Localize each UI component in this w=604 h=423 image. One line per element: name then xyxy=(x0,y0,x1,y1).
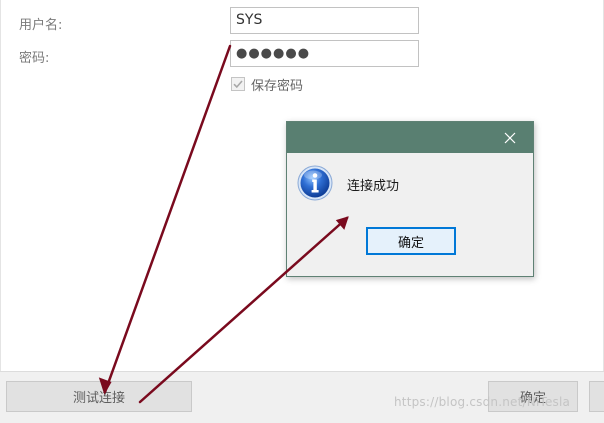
info-icon xyxy=(297,165,333,201)
username-label: 用户名: xyxy=(19,18,63,33)
cancel-button[interactable] xyxy=(589,381,604,412)
save-password-row[interactable]: 保存密码 xyxy=(231,75,304,94)
message-dialog: 连接成功 确定 xyxy=(286,121,534,277)
username-input[interactable]: SYS xyxy=(230,7,419,34)
close-icon xyxy=(504,132,516,143)
dialog-titlebar xyxy=(287,122,533,153)
dialog-body: 连接成功 确定 xyxy=(287,153,533,276)
watermark-text: https://blog.csdn.net/NiTesla xyxy=(394,395,571,409)
password-label: 密码: xyxy=(19,51,50,66)
dialog-confirm-button[interactable]: 确定 xyxy=(366,227,456,255)
password-input[interactable]: ●●●●●● xyxy=(230,40,419,67)
dialog-message: 连接成功 xyxy=(347,179,400,194)
dialog-close-button[interactable] xyxy=(487,122,533,153)
save-password-label: 保存密码 xyxy=(251,78,304,94)
save-password-checkbox[interactable] xyxy=(231,77,245,91)
test-connection-button[interactable]: 测试连接 xyxy=(6,381,192,412)
checkmark-icon xyxy=(233,80,243,89)
